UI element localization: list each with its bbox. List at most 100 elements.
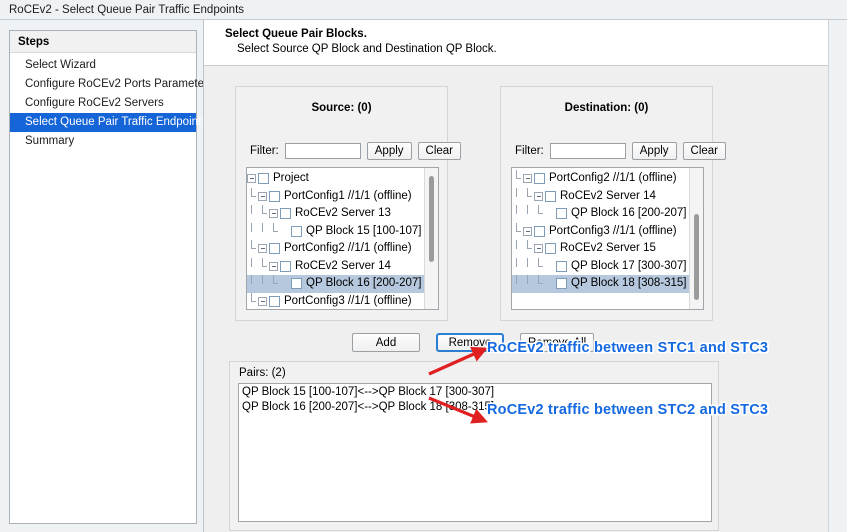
tree-connector [258,205,267,223]
collapse-icon[interactable] [269,262,278,271]
source-filter-input[interactable] [285,143,361,159]
tree-node[interactable]: PortConfig3 //1/1 (offline) [512,223,690,241]
collapse-icon[interactable] [523,227,532,236]
checkbox-icon[interactable] [556,208,567,219]
collapse-icon[interactable] [534,244,543,253]
tree-connector [523,188,532,206]
collapse-icon[interactable] [258,244,267,253]
page-title: Select Queue Pair Blocks. [204,20,828,40]
destination-scrollbar-thumb[interactable] [694,214,699,300]
tree-connector [534,205,543,223]
destination-apply-button[interactable]: Apply [632,142,677,160]
sidebar-item-3[interactable]: Select Queue Pair Traffic Endpoints [10,113,196,132]
checkbox-icon[interactable] [269,296,280,307]
tree-node[interactable]: PortConfig2 //1/1 (offline) [512,170,690,188]
tree-connector [247,275,256,293]
source-tree[interactable]: ProjectPortConfig1 //1/1 (offline)RoCEv2… [246,167,439,310]
destination-group: Destination: (0) Filter: Apply Clear Por… [500,86,713,321]
tree-connector [258,223,267,241]
checkbox-icon[interactable] [258,173,269,184]
tree-connector [247,240,256,258]
page-header: Select Queue Pair Blocks. Select Source … [204,20,828,66]
destination-clear-button[interactable]: Clear [683,142,726,160]
tree-node[interactable]: PortConfig3 //1/1 (offline) [247,293,425,310]
tree-node-label: PortConfig2 //1/1 (offline) [549,170,677,188]
tree-connector [512,223,521,241]
checkbox-icon[interactable] [291,278,302,289]
tree-spacer [280,227,289,236]
tree-node[interactable]: QP Block 16 [200-207] [512,205,690,223]
tree-node[interactable]: PortConfig1 //1/1 (offline) [247,188,425,206]
collapse-icon[interactable] [247,174,256,183]
tree-node[interactable]: QP Block 16 [200-207] [247,275,425,293]
tree-node[interactable]: QP Block 17 [300-307] [512,258,690,276]
collapse-icon[interactable] [258,192,267,201]
tree-connector [269,275,278,293]
destination-tree-items: PortConfig2 //1/1 (offline)RoCEv2 Server… [512,168,690,309]
checkbox-icon[interactable] [280,261,291,272]
tree-node-label: PortConfig3 //1/1 (offline) [549,223,677,241]
checkbox-icon[interactable] [269,243,280,254]
source-tree-scrollbar[interactable] [424,168,438,309]
tree-node[interactable]: RoCEv2 Server 14 [512,188,690,206]
tree-connector [269,223,278,241]
sidebar-item-0[interactable]: Select Wizard [10,56,196,75]
checkbox-icon[interactable] [291,226,302,237]
tree-connector [247,223,256,241]
tree-node[interactable]: QP Block 18 [308-315] [512,275,690,293]
destination-filter-label: Filter: [515,145,544,157]
checkbox-icon[interactable] [534,226,545,237]
pair-list-item[interactable]: QP Block 15 [100-107]<-->QP Block 17 [30… [239,385,711,400]
collapse-icon[interactable] [269,209,278,218]
tree-node[interactable]: RoCEv2 Server 14 [247,258,425,276]
destination-filter-input[interactable] [550,143,626,159]
pairs-group: Pairs: (2) QP Block 15 [100-107]<-->QP B… [229,361,719,531]
sidebar-item-4[interactable]: Summary [10,132,196,151]
annotation-label-2: RoCEv2 traffic between STC2 and STC3 [487,402,768,418]
right-margin-strip [828,20,847,532]
steps-panel: Steps Select WizardConfigure RoCEv2 Port… [9,30,197,524]
tree-connector [523,258,532,276]
sidebar-item-2[interactable]: Configure RoCEv2 Servers [10,94,196,113]
steps-header: Steps [10,31,196,53]
tree-node[interactable]: Project [247,170,425,188]
tree-spacer [545,279,554,288]
tree-connector [523,205,532,223]
tree-connector [258,258,267,276]
sidebar-item-1[interactable]: Configure RoCEv2 Ports Parameters [10,75,196,94]
tree-connector [512,240,521,258]
source-scrollbar-thumb[interactable] [429,176,434,262]
tree-node-label: QP Block 17 [300-307] [571,258,687,276]
page-subtitle: Select Source QP Block and Destination Q… [204,40,828,55]
collapse-icon[interactable] [258,297,267,306]
add-button[interactable]: Add [352,333,420,352]
checkbox-icon[interactable] [545,243,556,254]
source-clear-button[interactable]: Clear [418,142,461,160]
tree-node[interactable]: PortConfig2 //1/1 (offline) [247,240,425,258]
source-filter-row: Filter: Apply Clear [250,142,461,160]
checkbox-icon[interactable] [545,191,556,202]
destination-tree[interactable]: PortConfig2 //1/1 (offline)RoCEv2 Server… [511,167,704,310]
destination-filter-row: Filter: Apply Clear [515,142,726,160]
tree-node-label: Project [273,170,309,188]
collapse-icon[interactable] [534,192,543,201]
checkbox-icon[interactable] [280,208,291,219]
collapse-icon[interactable] [523,174,532,183]
destination-tree-scrollbar[interactable] [689,168,703,309]
tree-node-label: RoCEv2 Server 13 [295,205,391,223]
tree-node[interactable]: QP Block 15 [100-107] [247,223,425,241]
tree-node-label: QP Block 16 [200-207] [306,275,422,293]
tree-node-label: RoCEv2 Server 14 [560,188,656,206]
checkbox-icon[interactable] [269,191,280,202]
tree-spacer [545,209,554,218]
checkbox-icon[interactable] [556,261,567,272]
tree-connector [534,258,543,276]
source-apply-button[interactable]: Apply [367,142,412,160]
main-content: Select Queue Pair Blocks. Select Source … [203,20,828,532]
checkbox-icon[interactable] [534,173,545,184]
tree-connector [258,275,267,293]
tree-connector [512,258,521,276]
checkbox-icon[interactable] [556,278,567,289]
tree-node[interactable]: RoCEv2 Server 15 [512,240,690,258]
tree-node[interactable]: RoCEv2 Server 13 [247,205,425,223]
